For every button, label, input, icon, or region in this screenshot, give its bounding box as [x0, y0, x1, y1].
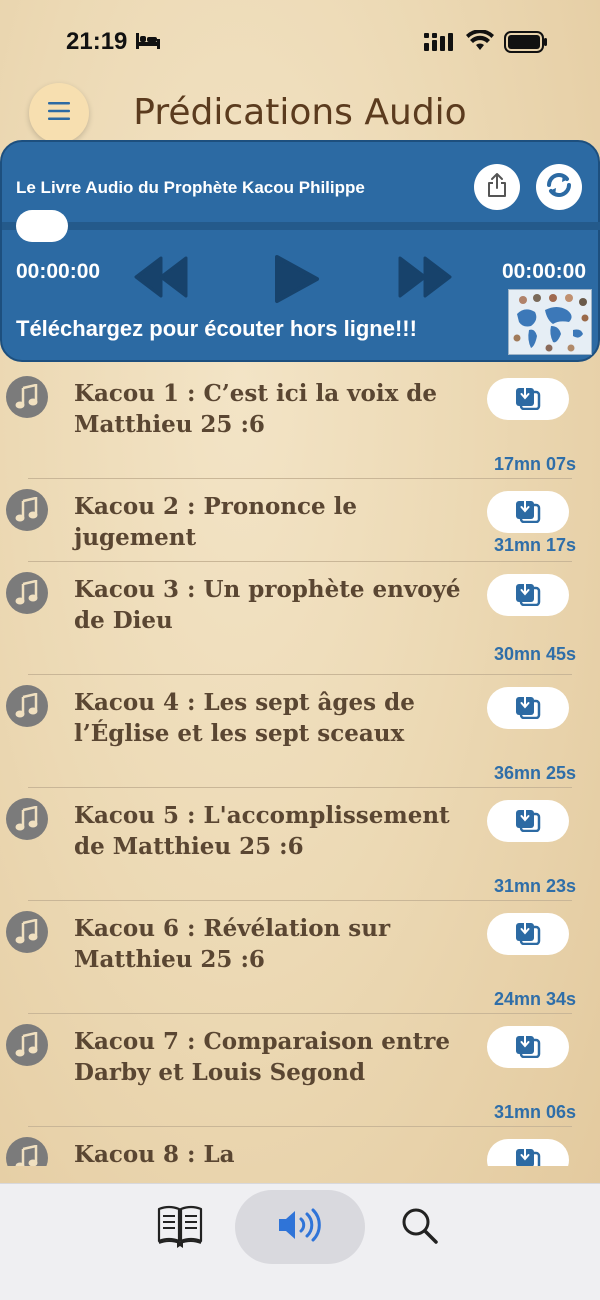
download-button[interactable]	[487, 800, 569, 842]
download-button[interactable]	[487, 378, 569, 420]
progress-track[interactable]	[2, 222, 600, 230]
music-note-icon	[6, 489, 48, 531]
download-icon	[515, 497, 541, 528]
download-button[interactable]	[487, 687, 569, 729]
tab-audio[interactable]	[235, 1190, 365, 1264]
repeat-icon	[543, 169, 575, 206]
album-artwork	[508, 289, 592, 355]
download-icon	[515, 806, 541, 837]
download-icon	[515, 580, 541, 611]
audio-player: Le Livre Audio du Prophète Kacou Philipp…	[0, 140, 600, 362]
tab-search[interactable]	[390, 1200, 450, 1256]
music-note-icon	[6, 376, 48, 418]
tab-book[interactable]	[150, 1200, 210, 1256]
download-button[interactable]	[487, 574, 569, 616]
sermon-duration: 31mn 06s	[493, 1102, 576, 1122]
page-title: Prédications Audio	[133, 92, 467, 133]
sermon-title: Kacou 1 : C’est ici la voix de Matthieu …	[74, 380, 438, 438]
row-divider	[28, 900, 572, 901]
music-note-icon	[6, 911, 48, 953]
sermon-title: Kacou 5 : L'accomplissement de Matthieu …	[74, 802, 450, 860]
cellular-signal-icon	[424, 33, 454, 56]
bed-icon	[136, 33, 160, 54]
battery-icon	[504, 31, 548, 58]
remaining-time: 00:00:00	[501, 260, 586, 283]
music-note-icon	[6, 685, 48, 727]
download-button[interactable]	[487, 1026, 569, 1068]
download-icon	[515, 693, 541, 724]
sermon-title: Kacou 7 : Comparaison entre Darby et Lou…	[74, 1028, 450, 1086]
music-note-icon	[6, 1137, 48, 1166]
sermon-title: Kacou 2 : Prononce le jugement	[74, 493, 358, 551]
search-icon	[401, 1207, 439, 1250]
row-divider	[28, 674, 572, 675]
sermon-list[interactable]: Kacou 1 : C’est ici la voix de Matthieu …	[0, 366, 600, 1166]
sermon-duration: 24mn 34s	[493, 989, 576, 1009]
sermon-title: Kacou 3 : Un prophète envoyé de Dieu	[74, 576, 461, 634]
sermon-title: Kacou 6 : Révélation sur Matthieu 25 :6	[74, 915, 391, 973]
offline-download-message: Téléchargez pour écouter hors ligne!!!	[16, 316, 417, 341]
player-title: Le Livre Audio du Prophète Kacou Philipp…	[16, 178, 365, 197]
row-divider	[28, 478, 572, 479]
wifi-icon	[466, 29, 494, 57]
download-icon	[515, 1145, 541, 1166]
sermon-duration: 17mn 07s	[493, 454, 576, 474]
download-icon	[515, 919, 541, 950]
music-note-icon	[6, 798, 48, 840]
speaker-icon	[277, 1208, 323, 1247]
row-divider	[28, 561, 572, 562]
elapsed-time: 00:00:00	[16, 260, 101, 283]
share-button[interactable]	[474, 164, 520, 210]
download-button[interactable]	[487, 1139, 569, 1166]
progress-slider-knob[interactable]	[16, 210, 68, 242]
music-note-icon	[6, 572, 48, 614]
sermon-duration: 31mn 23s	[493, 876, 576, 896]
play-button[interactable]	[272, 254, 320, 309]
status-bar: 21:19	[0, 0, 600, 80]
sermon-title: Kacou 4 : Les sept âges de l’Église et l…	[74, 689, 415, 747]
music-note-icon	[6, 1024, 48, 1066]
sermon-duration: 31mn 17s	[493, 535, 576, 555]
row-divider	[28, 787, 572, 788]
sermon-title: Kacou 8 : La	[74, 1141, 235, 1166]
download-icon	[515, 1032, 541, 1063]
row-divider	[28, 1013, 572, 1014]
repeat-button[interactable]	[536, 164, 582, 210]
sermon-duration: 36mn 25s	[493, 763, 576, 783]
download-icon	[515, 384, 541, 415]
rewind-icon	[134, 256, 188, 298]
fast-forward-icon	[398, 256, 452, 298]
download-button[interactable]	[487, 491, 569, 533]
download-button[interactable]	[487, 913, 569, 955]
rewind-button[interactable]	[134, 254, 188, 305]
play-icon	[275, 255, 319, 303]
row-divider	[28, 1126, 572, 1127]
status-time: 21:19	[66, 28, 128, 55]
fast-forward-button[interactable]	[398, 254, 452, 305]
book-icon	[156, 1203, 204, 1254]
share-icon	[486, 172, 508, 203]
sermon-duration: 30mn 45s	[493, 644, 576, 664]
